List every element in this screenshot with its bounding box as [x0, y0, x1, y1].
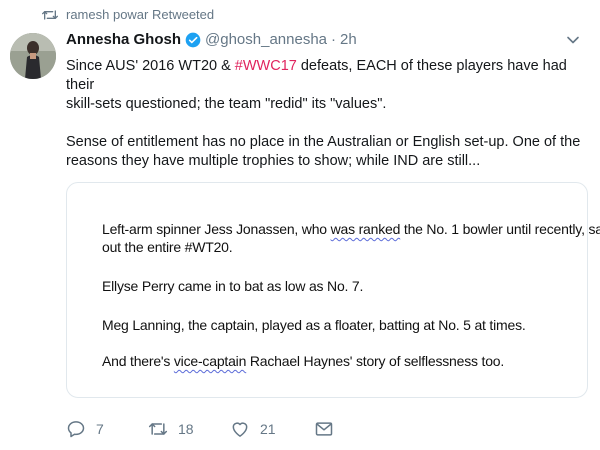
- retweet-count: 18: [178, 421, 194, 437]
- like-count: 21: [260, 421, 276, 437]
- separator-dot: ·: [331, 31, 337, 48]
- tweet-line-3: Sense of entitlement has no place in the…: [66, 134, 581, 150]
- card-paragraph-4: And there's vice-captain Rachael Haynes'…: [102, 353, 504, 369]
- retweet-icon: [42, 9, 58, 20]
- card-paragraph-1: Left-arm spinner Jess Jonassen, who was …: [102, 221, 600, 237]
- chevron-down-icon[interactable]: [566, 33, 580, 47]
- author-name[interactable]: Annesha Ghosh: [66, 31, 181, 48]
- retweeted-by-header[interactable]: ramesh powar Retweeted: [42, 7, 214, 22]
- author-handle[interactable]: @ghosh_annesha: [205, 31, 327, 48]
- card-paragraph-3: Meg Lanning, the captain, played as a fl…: [102, 317, 526, 333]
- tweet-actions: 7 18 21: [66, 419, 356, 439]
- tweet-line-4: reasons they have multiple trophies to s…: [66, 153, 481, 169]
- tweet-line-1: Since AUS' 2016 WT20 & #WWC17 defeats, E…: [66, 57, 596, 95]
- like-icon: [232, 422, 248, 437]
- avatar[interactable]: [10, 33, 56, 79]
- card-text-segment: And there's: [102, 353, 174, 369]
- tweet-text-segment: Since AUS' 2016 WT20 &: [66, 58, 235, 74]
- tweet-timestamp[interactable]: 2h: [340, 31, 357, 48]
- direct-message-button[interactable]: [314, 419, 344, 439]
- tweet-body: Since AUS' 2016 WT20 & #WWC17 defeats, E…: [66, 57, 596, 171]
- tweet-line-2: skill-sets questioned; the team "redid" …: [66, 96, 387, 112]
- card-text-segment: vice-captain: [173, 353, 247, 369]
- retweet-button[interactable]: 18: [148, 419, 230, 439]
- card-text-segment: Rachael Haynes' story of selflessness to…: [246, 353, 505, 369]
- card-paragraph-1-cont: out the entire #WT20.: [102, 239, 233, 255]
- attached-image[interactable]: Left-arm spinner Jess Jonassen, who was …: [66, 182, 600, 398]
- card-text-segment: the No. 1 bowler until recently, sat: [400, 221, 600, 237]
- card-text-segment: Left-arm spinner Jess Jonassen, who: [102, 221, 331, 237]
- reply-button[interactable]: 7: [66, 419, 148, 439]
- tweet-header: Annesha Ghosh @ghosh_annesha · 2h: [66, 31, 586, 48]
- reply-icon: [67, 421, 85, 438]
- card-text-segment: was ranked: [330, 221, 401, 237]
- avatar-image: [10, 33, 56, 79]
- reply-count: 7: [96, 421, 104, 437]
- card-paragraph-2: Ellyse Perry came in to bat as low as No…: [102, 278, 364, 294]
- direct-message-icon: [315, 422, 333, 436]
- like-button[interactable]: 21: [230, 419, 314, 439]
- hashtag-link[interactable]: #WWC17: [235, 58, 297, 74]
- retweet-icon: [148, 423, 168, 435]
- verified-badge-icon: [185, 32, 201, 47]
- retweeted-by-text: ramesh powar Retweeted: [66, 7, 215, 22]
